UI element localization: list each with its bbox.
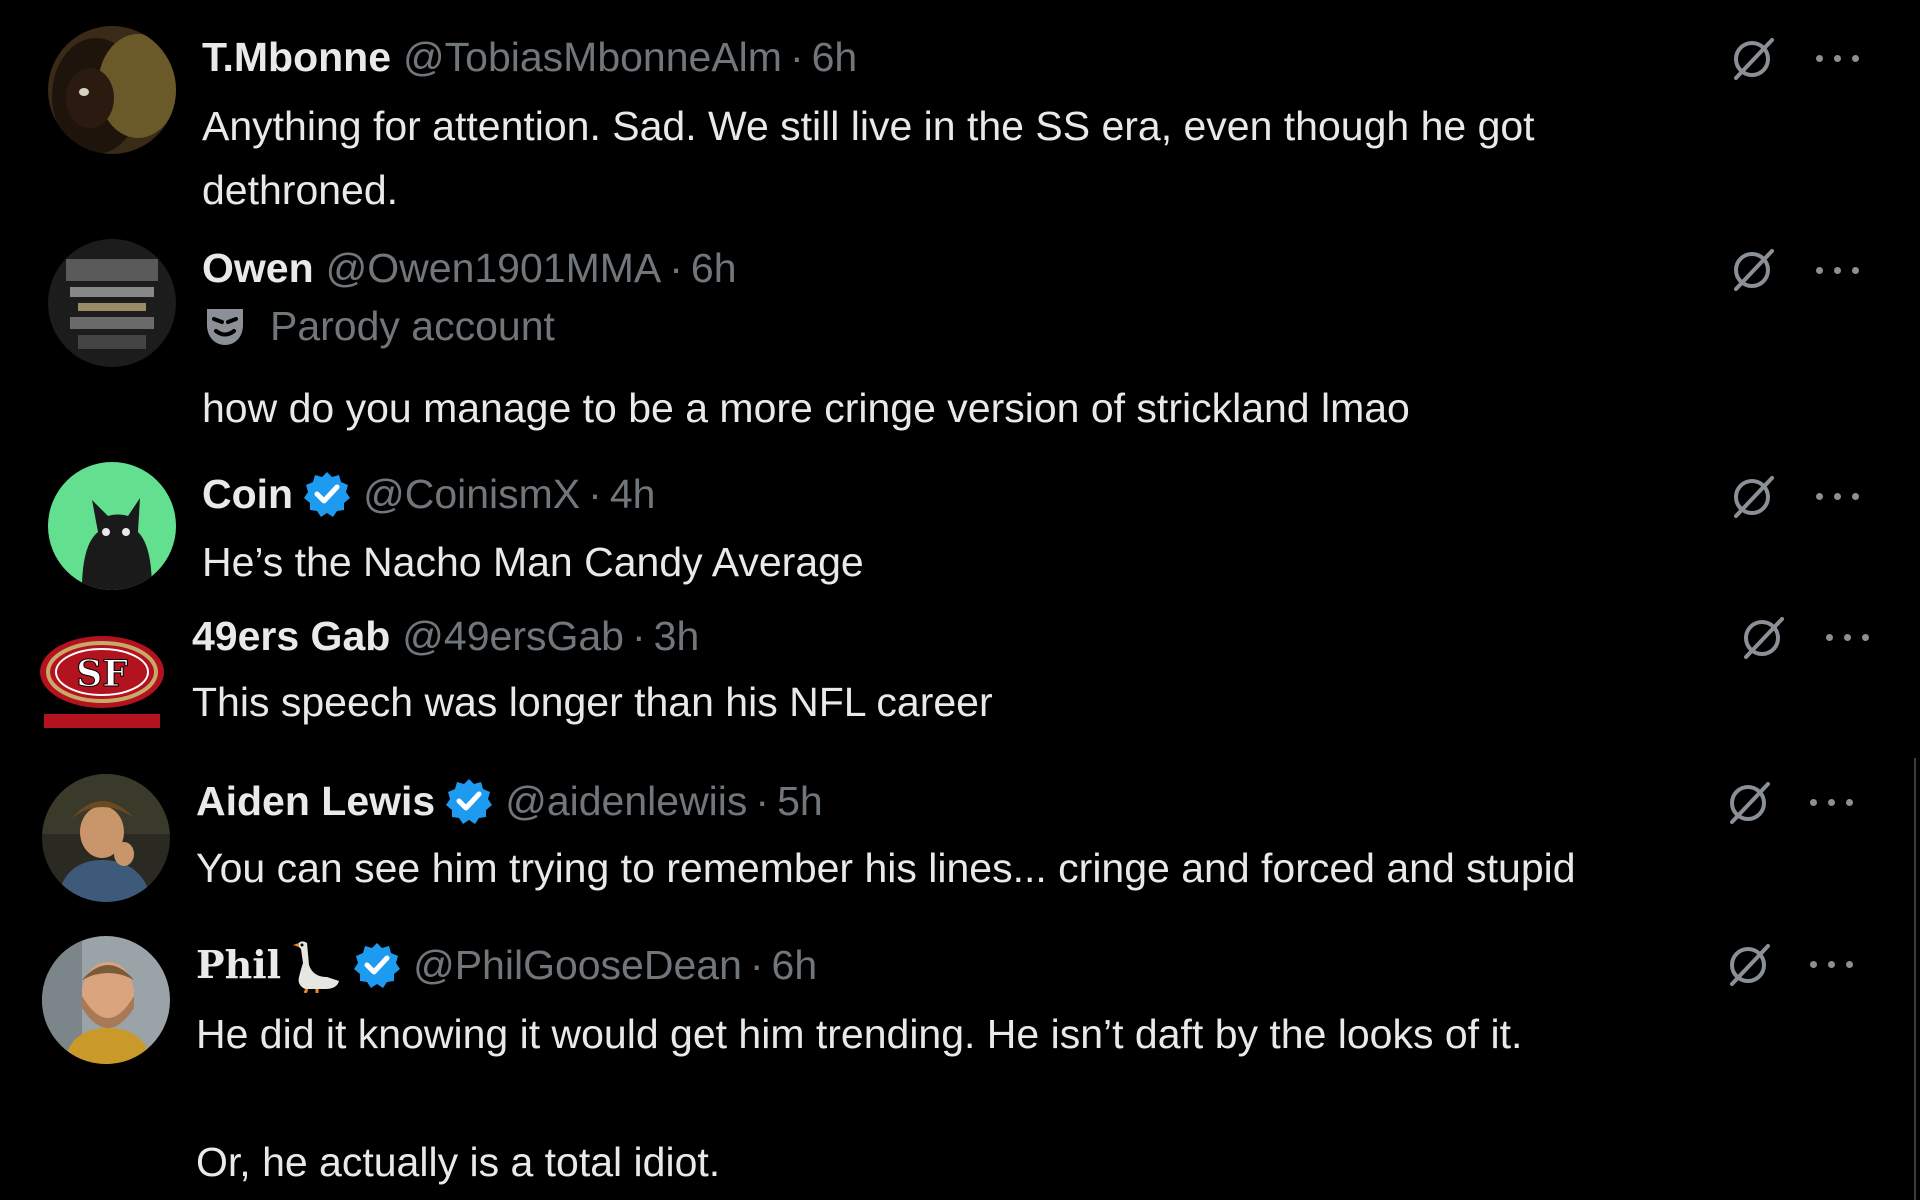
timestamp[interactable]: 6h xyxy=(812,28,858,86)
avatar[interactable] xyxy=(48,462,176,590)
verified-badge-icon[interactable] xyxy=(445,777,493,825)
user-handle[interactable]: @TobiasMbonneAlm xyxy=(403,28,782,86)
display-name[interactable]: Phil xyxy=(196,936,281,994)
svg-text:SF: SF xyxy=(76,653,128,695)
reply-text: This speech was longer than his NFL care… xyxy=(192,679,993,725)
grok-icon[interactable] xyxy=(1724,778,1774,828)
scrollbar-track[interactable] xyxy=(1914,758,1916,1200)
avatar-image xyxy=(48,26,176,154)
reply-header: Aiden Lewis @aidenlewiis · 5h xyxy=(196,772,823,830)
timestamp[interactable]: 6h xyxy=(772,936,818,994)
reply-item[interactable]: Coin @CoinismX · 4h He’s the Nacho Man C… xyxy=(0,450,1920,600)
parody-label: Parody account xyxy=(202,298,555,354)
reply-item[interactable]: SF 49ers Gab @49ersGab · 3h This speech … xyxy=(0,600,1920,760)
grok-icon[interactable] xyxy=(1728,34,1778,84)
grok-icon[interactable] xyxy=(1728,472,1778,522)
timestamp[interactable]: 5h xyxy=(777,772,823,830)
parody-mask-icon xyxy=(207,309,243,345)
timestamp[interactable]: 6h xyxy=(691,239,737,297)
more-options-icon[interactable] xyxy=(1814,264,1862,278)
reply-item[interactable]: T.Mbonne @TobiasMbonneAlm · 6h Anything … xyxy=(0,0,1920,230)
more-options-icon[interactable] xyxy=(1808,796,1856,810)
avatar-image xyxy=(42,936,170,1064)
reply-text: how do you manage to be a more cringe ve… xyxy=(202,385,1410,431)
goose-emoji xyxy=(293,941,340,993)
verified-badge-icon[interactable] xyxy=(303,470,351,518)
avatar-image xyxy=(48,462,176,590)
display-name[interactable]: Owen xyxy=(202,239,314,297)
reply-header: 49ers Gab @49ersGab · 3h xyxy=(192,607,699,665)
grok-icon[interactable] xyxy=(1724,940,1774,990)
avatar-image xyxy=(48,239,176,367)
grok-icon[interactable] xyxy=(1738,613,1788,663)
separator: · xyxy=(588,471,602,517)
timestamp[interactable]: 4h xyxy=(610,465,656,523)
reply-item[interactable]: Phil @PhilGooseDean · 6h He did it knowi… xyxy=(0,920,1920,1200)
more-options-icon[interactable] xyxy=(1824,631,1872,645)
verified-badge-icon[interactable] xyxy=(353,941,401,989)
avatar-image xyxy=(42,774,170,902)
user-handle[interactable]: @aidenlewiis xyxy=(505,772,747,830)
more-options-icon[interactable] xyxy=(1814,52,1862,66)
reply-item[interactable]: Aiden Lewis @aidenlewiis · 5h You can se… xyxy=(0,760,1920,920)
more-options-icon[interactable] xyxy=(1808,958,1856,972)
separator: · xyxy=(669,245,683,291)
parody-label-text: Parody account xyxy=(270,302,555,349)
separator: · xyxy=(789,34,804,80)
reply-header: T.Mbonne @TobiasMbonneAlm · 6h xyxy=(202,28,857,86)
grok-icon[interactable] xyxy=(1728,245,1778,295)
user-handle[interactable]: @CoinismX xyxy=(363,465,580,523)
user-handle[interactable]: @PhilGooseDean xyxy=(413,936,742,994)
reply-header: Owen @Owen1901MMA · 6h xyxy=(202,239,737,297)
user-handle[interactable]: @Owen1901MMA xyxy=(326,239,662,297)
reply-text: He’s the Nacho Man Candy Average xyxy=(202,539,864,585)
reply-item[interactable]: Owen @Owen1901MMA · 6h Parody account ho… xyxy=(0,230,1920,450)
avatar[interactable]: SF xyxy=(38,614,166,742)
avatar[interactable] xyxy=(42,774,170,902)
reply-text: You can see him trying to remember his l… xyxy=(196,845,1576,891)
avatar-image: SF xyxy=(38,614,166,742)
display-name[interactable]: 49ers Gab xyxy=(192,607,390,665)
reply-header: Coin @CoinismX · 4h xyxy=(202,465,655,523)
reply-text: He did it knowing it would get him trend… xyxy=(196,1011,1523,1185)
separator: · xyxy=(631,613,646,659)
display-name[interactable]: T.Mbonne xyxy=(202,28,391,86)
separator: · xyxy=(755,778,770,824)
timestamp[interactable]: 3h xyxy=(654,607,700,665)
separator: · xyxy=(749,942,764,988)
reply-header: Phil @PhilGooseDean · 6h xyxy=(196,936,817,994)
avatar[interactable] xyxy=(48,26,176,154)
reply-text: Anything for attention. Sad. We still li… xyxy=(202,103,1535,213)
display-name[interactable]: Coin xyxy=(202,465,293,523)
avatar[interactable] xyxy=(48,239,176,367)
avatar[interactable] xyxy=(42,936,170,1064)
display-name[interactable]: Aiden Lewis xyxy=(196,772,435,830)
user-handle[interactable]: @49ersGab xyxy=(402,607,624,665)
more-options-icon[interactable] xyxy=(1814,490,1862,504)
